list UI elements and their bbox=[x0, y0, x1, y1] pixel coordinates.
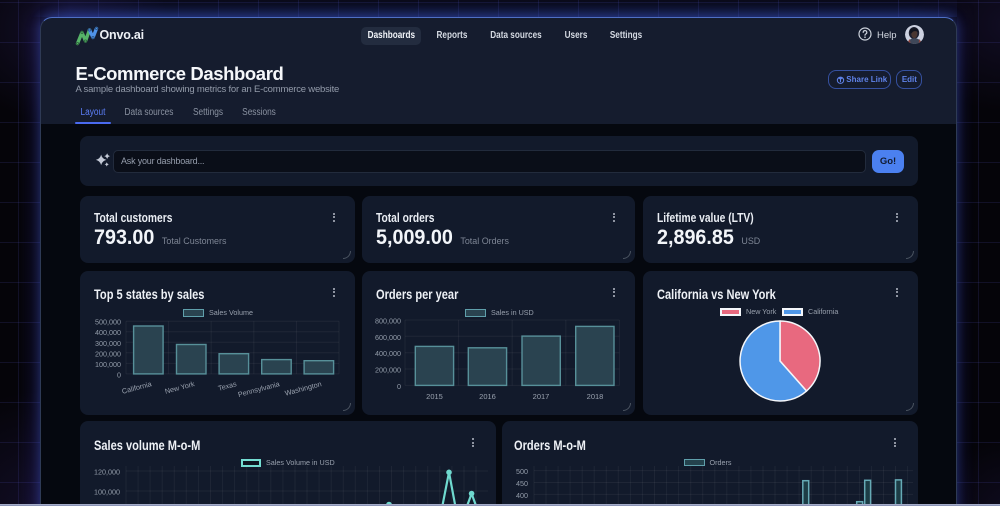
svg-text:Pennsylvania: Pennsylvania bbox=[237, 379, 281, 399]
svg-text:400: 400 bbox=[516, 491, 528, 500]
svg-text:2018: 2018 bbox=[587, 392, 604, 401]
svg-text:Texas: Texas bbox=[217, 379, 238, 393]
svg-text:New York: New York bbox=[164, 379, 196, 396]
svg-text:2016: 2016 bbox=[479, 392, 496, 401]
svg-text:2017: 2017 bbox=[533, 392, 550, 401]
svg-text:200,000: 200,000 bbox=[95, 349, 121, 358]
svg-text:300,000: 300,000 bbox=[95, 339, 121, 348]
svg-text:800,000: 800,000 bbox=[375, 317, 401, 326]
svg-text:500,000: 500,000 bbox=[95, 318, 121, 327]
svg-text:100,000: 100,000 bbox=[94, 488, 120, 497]
svg-text:120,000: 120,000 bbox=[94, 468, 120, 477]
svg-text:400,000: 400,000 bbox=[375, 349, 401, 358]
svg-text:100,000: 100,000 bbox=[95, 360, 121, 369]
svg-text:Washington: Washington bbox=[284, 379, 323, 397]
svg-text:450: 450 bbox=[516, 479, 528, 488]
svg-text:600,000: 600,000 bbox=[375, 333, 401, 342]
svg-text:California: California bbox=[121, 379, 153, 396]
svg-text:400,000: 400,000 bbox=[95, 328, 121, 337]
svg-text:200,000: 200,000 bbox=[375, 366, 401, 375]
svg-text:500: 500 bbox=[516, 467, 528, 476]
svg-text:2015: 2015 bbox=[426, 392, 443, 401]
svg-text:0: 0 bbox=[397, 382, 401, 391]
svg-text:0: 0 bbox=[117, 370, 121, 379]
